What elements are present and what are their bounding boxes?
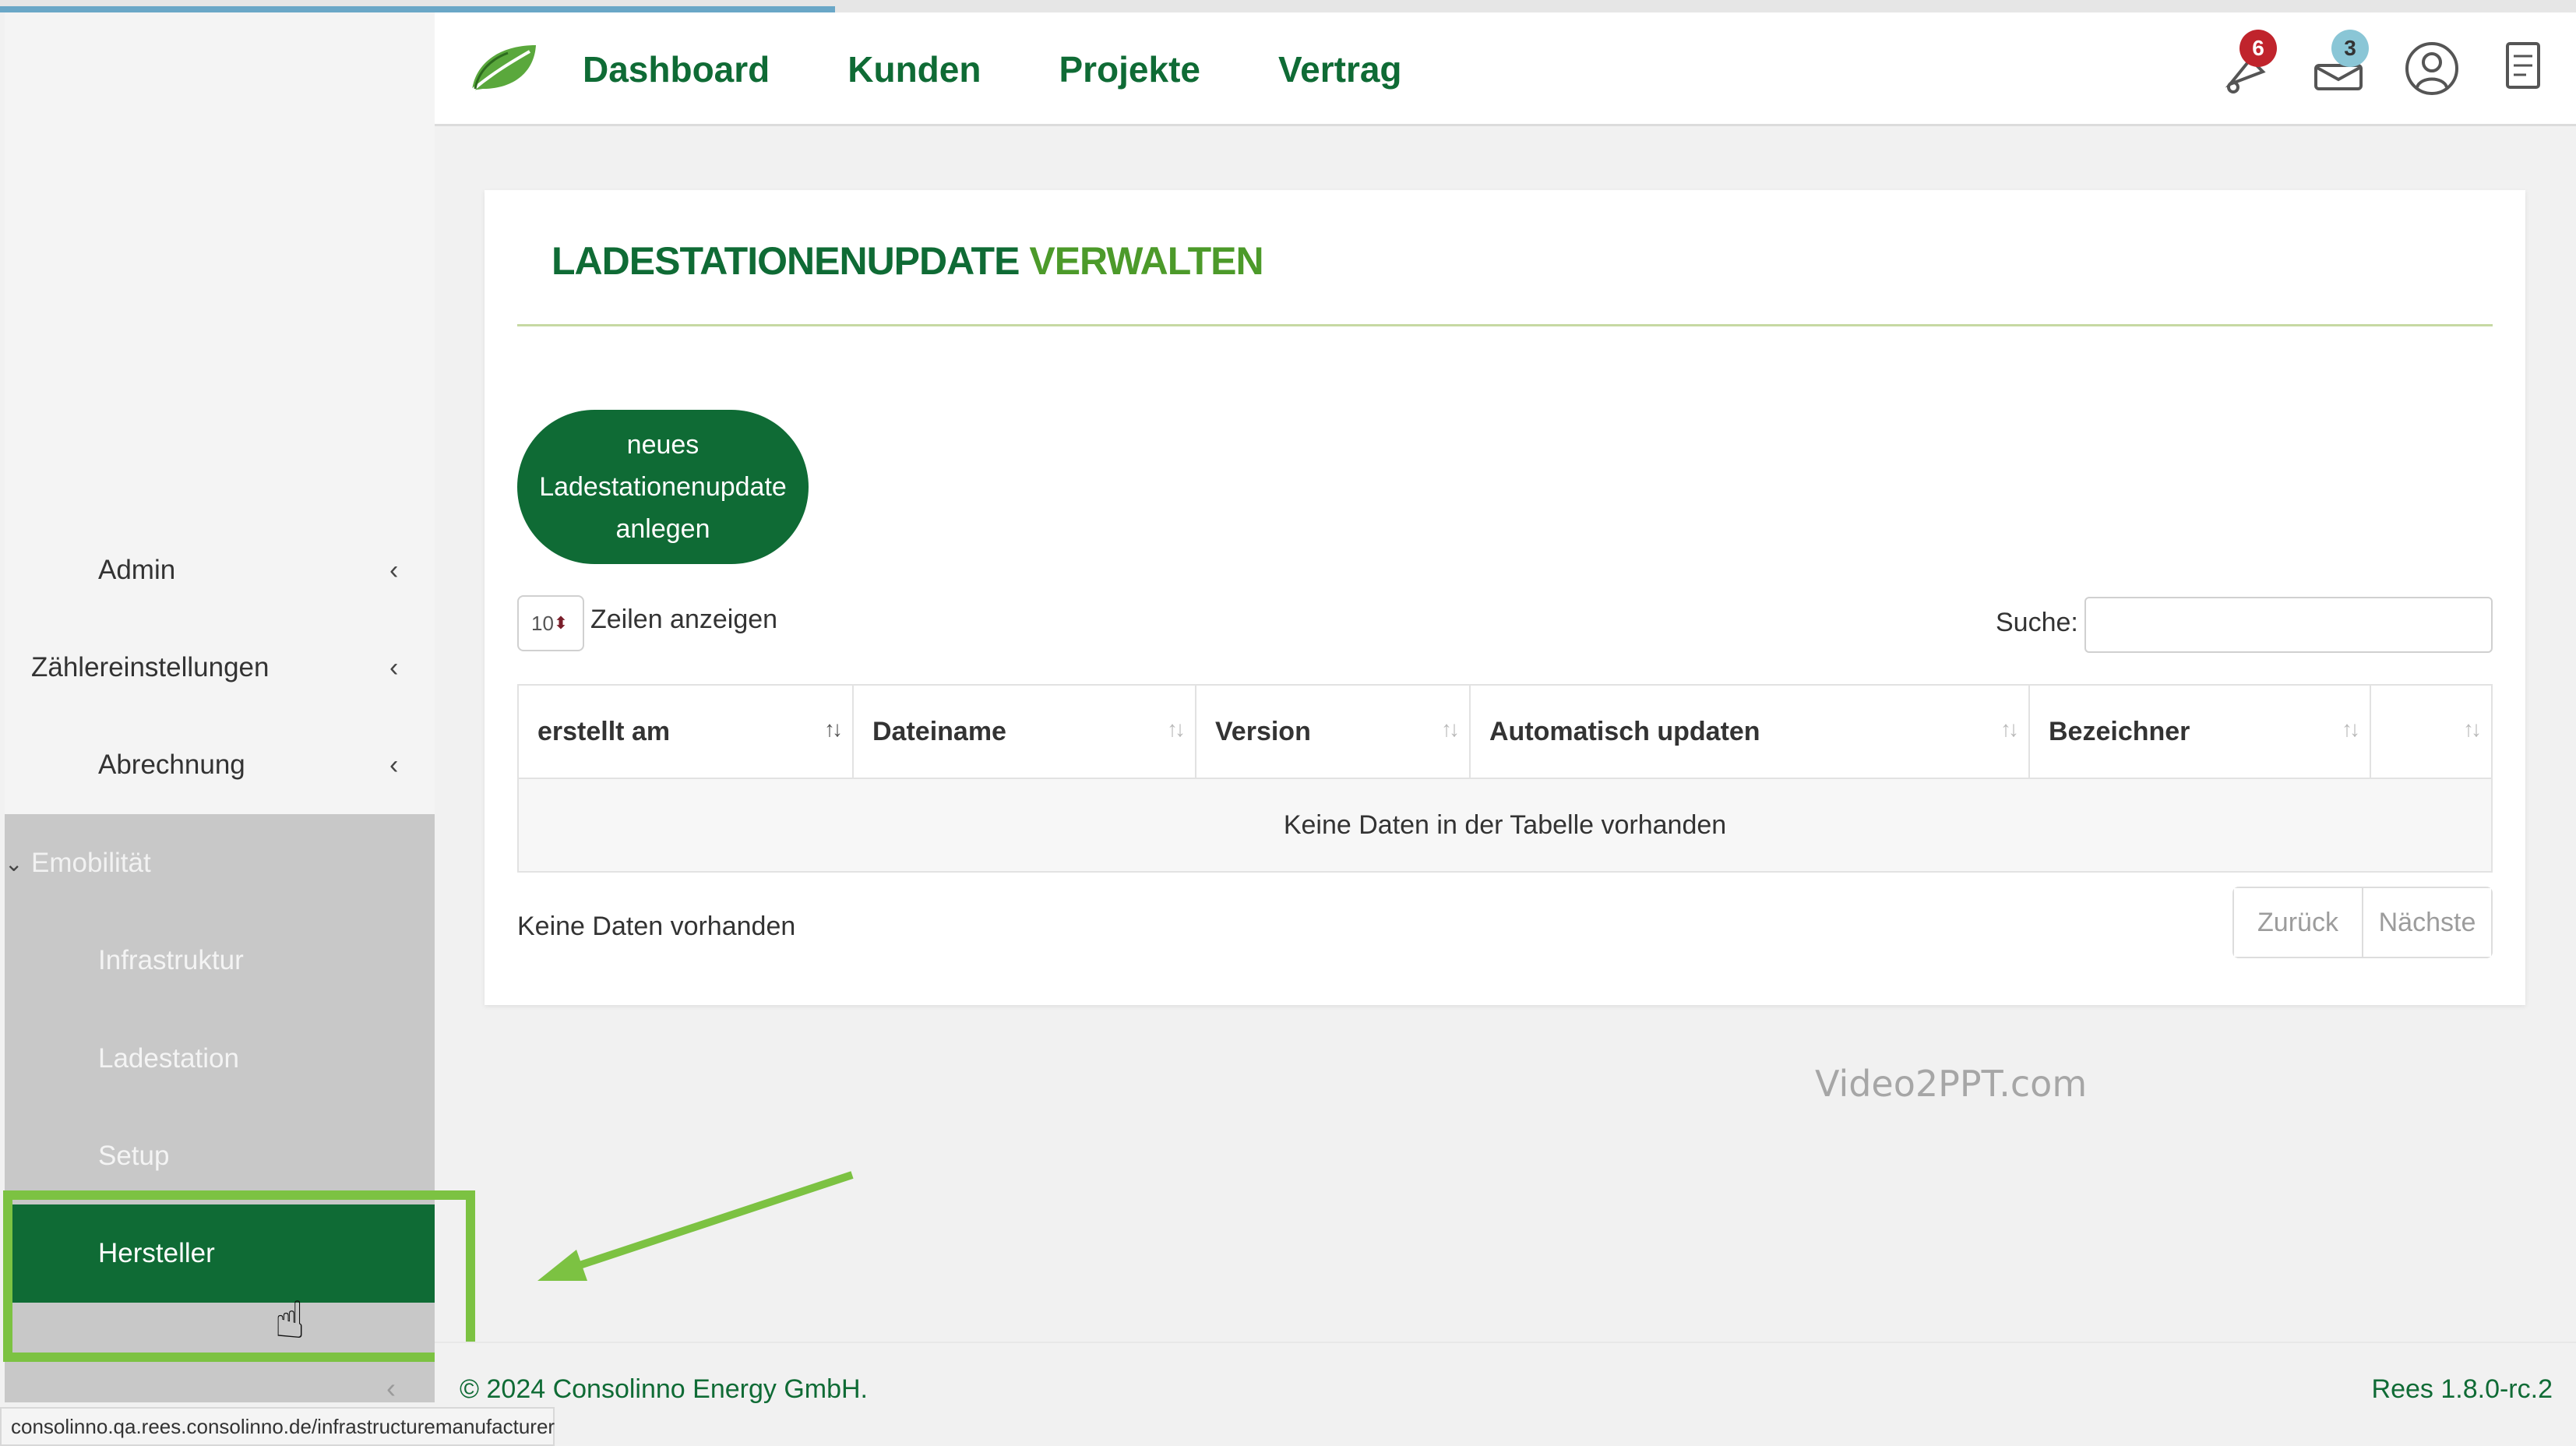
column-header-erstellt-am[interactable]: erstellt am ↑↓ <box>519 686 854 778</box>
page-length-value: 10 <box>531 611 554 635</box>
table-info: Keine Daten vorhanden <box>517 912 796 941</box>
data-table: erstellt am ↑↓ Dateiname ↑↓ Version ↑↓ A… <box>517 684 2493 873</box>
column-header-automatisch-updaten[interactable]: Automatisch updaten ↑↓ <box>1471 686 2030 778</box>
page-loading-track <box>0 0 2576 12</box>
column-header-label: Bezeichner <box>2049 716 2190 746</box>
notification-bell-icon[interactable]: 6 <box>2219 30 2277 98</box>
user-profile-icon[interactable] <box>2403 36 2461 98</box>
top-header: Dashboard Kunden Projekte Vertrag 6 3 <box>435 12 2576 126</box>
sort-icon: ↑↓ <box>1441 717 1460 741</box>
empty-message: Keine Daten in der Tabelle vorhanden <box>1283 809 1727 840</box>
column-header-label: Dateiname <box>872 716 1006 746</box>
sort-icon: ↑↓ <box>2342 717 2360 741</box>
sidebar-item-infrastruktur[interactable]: Infrastruktur <box>5 912 435 1010</box>
sidebar-item-zaehlereinstellungen[interactable]: Zählereinstellungen ‹ <box>5 619 435 717</box>
sidebar-item-label: Emobilität <box>31 848 151 878</box>
messages-count-badge: 3 <box>2331 30 2369 67</box>
page-loading-bar <box>0 6 835 12</box>
sort-icon: ↑↓ <box>824 717 843 741</box>
new-button-label: neues Ladestationenupdate anlegen <box>539 424 787 550</box>
column-header-label: Version <box>1215 716 1311 746</box>
column-header-bezeichner[interactable]: Bezeichner ↑↓ <box>2030 686 2371 778</box>
column-header-actions[interactable]: ↑↓ <box>2371 686 2491 778</box>
page-title-main: LADESTATIONENUPDATE <box>551 239 1020 283</box>
sort-updown-icon: ⬍ <box>553 613 569 633</box>
messages-icon[interactable]: 3 <box>2311 30 2369 98</box>
document-icon[interactable] <box>2495 36 2553 98</box>
previous-page-button[interactable]: Zurück <box>2234 888 2362 957</box>
nav-projekte[interactable]: Projekte <box>1059 48 1200 90</box>
page-title-accent: VERWALTEN <box>1029 239 1263 283</box>
collapse-sidebar-icon[interactable]: ‹ <box>386 1372 396 1405</box>
title-divider <box>517 324 2493 326</box>
sidebar-item-label: Ladestation <box>98 1043 239 1074</box>
sidebar-item-label: Setup <box>98 1141 170 1171</box>
page-length-label: Zeilen anzeigen <box>590 605 778 634</box>
column-header-label: erstellt am <box>537 716 671 746</box>
content-card: LADESTATIONENUPDATE VERWALTEN neues Lade… <box>485 190 2525 1005</box>
new-button-line-3: anlegen <box>615 514 710 544</box>
footer-copyright: © 2024 Consolinno Energy GmbH. <box>460 1374 868 1404</box>
new-button-line-1: neues <box>626 430 700 460</box>
column-header-label: Automatisch updaten <box>1489 716 1760 746</box>
annotation-arrow-icon <box>537 1171 854 1281</box>
page-title: LADESTATIONENUPDATE VERWALTEN <box>551 238 1264 284</box>
sort-icon: ↑↓ <box>2463 717 2482 741</box>
table-header-row: erstellt am ↑↓ Dateiname ↑↓ Version ↑↓ A… <box>519 686 2491 779</box>
header-icons: 6 3 <box>2219 30 2553 98</box>
column-header-dateiname[interactable]: Dateiname ↑↓ <box>854 686 1196 778</box>
new-button-line-2: Ladestationenupdate <box>539 472 787 502</box>
sort-icon: ↑↓ <box>2000 717 2019 741</box>
nav-kunden[interactable]: Kunden <box>848 48 981 90</box>
sidebar-item-label: Infrastruktur <box>98 945 244 975</box>
sidebar-item-label: Admin <box>98 555 176 585</box>
table-empty-row: Keine Daten in der Tabelle vorhanden <box>519 779 2491 871</box>
sidebar-item-emobilitaet[interactable]: Emobilität ⌄ <box>5 814 435 912</box>
chevron-left-icon: ‹ <box>389 555 399 585</box>
nav-vertrag[interactable]: Vertrag <box>1278 48 1402 90</box>
column-header-version[interactable]: Version ↑↓ <box>1196 686 1471 778</box>
sidebar-item-abrechnung[interactable]: Abrechnung ‹ <box>5 716 435 814</box>
sidebar-item-ladestation[interactable]: Ladestation <box>5 1010 435 1108</box>
watermark-text: Video2PPT.com <box>1815 1063 2088 1105</box>
leaf-logo-icon[interactable] <box>467 41 539 95</box>
footer: © 2024 Consolinno Energy GmbH. Rees 1.8.… <box>435 1342 2576 1446</box>
highlight-annotation-box <box>3 1190 475 1362</box>
search-input[interactable] <box>2084 597 2493 653</box>
chevron-left-icon: ‹ <box>389 652 399 682</box>
notification-count-badge: 6 <box>2239 30 2277 67</box>
sidebar-item-admin[interactable]: Admin ‹ <box>5 521 435 619</box>
next-page-button[interactable]: Nächste <box>2362 888 2491 957</box>
hand-cursor-icon: ☝ <box>274 1291 306 1349</box>
chevron-left-icon: ‹ <box>389 749 399 780</box>
footer-version: Rees 1.8.0-rc.2 <box>2371 1374 2553 1404</box>
sidebar-item-label: Abrechnung <box>98 749 245 780</box>
chevron-down-icon: ⌄ <box>5 851 23 876</box>
sidebar-item-label: Zählereinstellungen <box>31 652 270 682</box>
sort-icon: ↑↓ <box>1167 717 1186 741</box>
page-length-select[interactable]: 10 ⬍ <box>517 595 584 651</box>
new-charging-station-update-button[interactable]: neues Ladestationenupdate anlegen <box>517 410 809 564</box>
browser-status-url: consolinno.qa.rees.consolinno.de/infrast… <box>0 1407 555 1446</box>
main-nav: Dashboard Kunden Projekte Vertrag <box>583 12 1402 126</box>
search-label: Suche: <box>1996 608 2078 637</box>
nav-dashboard[interactable]: Dashboard <box>583 48 770 90</box>
pagination: Zurück Nächste <box>2232 887 2493 958</box>
